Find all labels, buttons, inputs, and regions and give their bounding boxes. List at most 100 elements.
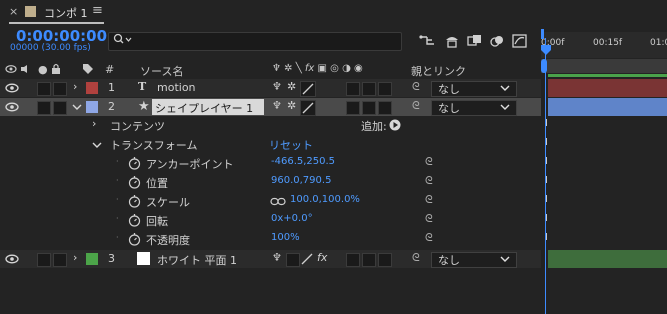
switches-header-icon[interactable]: ♆ ✲ ╲ fx ▣ ◎ ◑ ◉: [272, 63, 363, 74]
dot-icon: ·: [116, 195, 119, 204]
solo-switch[interactable]: [37, 82, 51, 96]
layer-duration-bar[interactable]: [548, 79, 667, 97]
solo-switch[interactable]: [37, 253, 51, 267]
quality-switch[interactable]: [300, 100, 316, 116]
label-tag-icon[interactable]: [82, 63, 94, 75]
layer-name[interactable]: シェイプレイヤー 1: [155, 100, 253, 116]
stopwatch-icon[interactable]: [128, 175, 141, 189]
reset-link[interactable]: リセット: [269, 137, 313, 153]
layer-duration-bar[interactable]: [548, 250, 667, 268]
switch-box[interactable]: [378, 82, 392, 96]
eye-icon[interactable]: [4, 79, 20, 97]
constrain-proportions-link-icon[interactable]: [270, 197, 286, 206]
audio-header-icon[interactable]: [20, 64, 30, 74]
switch-box[interactable]: [362, 101, 376, 115]
source-name-header[interactable]: ソース名: [140, 63, 183, 79]
layer-number: 2: [108, 100, 115, 113]
property-value[interactable]: 100%: [271, 232, 300, 243]
chevron-down-icon: [500, 104, 510, 110]
switch-box[interactable]: [378, 253, 392, 267]
eye-icon[interactable]: [4, 98, 20, 116]
frame-blending-icon[interactable]: [466, 32, 484, 50]
expression-pickwhip-icon[interactable]: ᘓ: [425, 174, 433, 188]
expression-pickwhip-icon[interactable]: ᘓ: [425, 155, 433, 169]
panel-menu-icon[interactable]: ≡: [92, 3, 103, 18]
expand-arrow-icon[interactable]: ›: [73, 251, 77, 264]
playhead-line[interactable]: [545, 38, 546, 314]
shy-layers-icon[interactable]: [443, 32, 461, 50]
video-switch-header-icon[interactable]: [5, 64, 17, 74]
parent-link-header[interactable]: 親とリンク: [411, 63, 466, 79]
shy-switch-icon[interactable]: ♆: [272, 99, 282, 112]
pick-whip-icon[interactable]: ᘓ: [412, 251, 420, 265]
layer-number-header[interactable]: #: [105, 63, 114, 76]
collapse-switch-icon[interactable]: ✲: [287, 80, 296, 93]
solo-switch[interactable]: [37, 101, 51, 115]
switch-box[interactable]: [286, 253, 300, 267]
frame-rate-display: 00000 (30.00 fps): [10, 43, 91, 53]
fx-icon[interactable]: fx: [317, 251, 327, 264]
property-name: 回転: [146, 215, 168, 228]
work-area-bar[interactable]: [548, 74, 667, 77]
lock-switch[interactable]: [53, 82, 67, 96]
time-navigator-start-handle[interactable]: [541, 59, 547, 73]
expression-pickwhip-icon[interactable]: ᘓ: [425, 231, 433, 245]
layer-label-color[interactable]: [86, 101, 98, 113]
pick-whip-icon[interactable]: ᘓ: [412, 80, 420, 94]
layer-name[interactable]: motion: [157, 81, 196, 94]
composition-flowchart-icon[interactable]: [418, 32, 436, 50]
quality-switch[interactable]: [300, 81, 316, 97]
stopwatch-icon[interactable]: [128, 232, 141, 246]
chevron-down-icon: [500, 85, 510, 91]
property-value[interactable]: 0x+0.0°: [271, 213, 313, 224]
parent-value: なし: [438, 102, 460, 115]
lock-header-icon[interactable]: [51, 63, 61, 74]
stopwatch-icon[interactable]: [128, 156, 141, 170]
pick-whip-icon[interactable]: ᘓ: [412, 99, 420, 113]
quality-line-icon[interactable]: [301, 253, 313, 265]
switch-box[interactable]: [378, 101, 392, 115]
work-area-start-handle[interactable]: [541, 29, 544, 39]
collapse-switch-icon[interactable]: ✲: [287, 99, 296, 112]
time-navigator[interactable]: [541, 59, 667, 73]
layer-name[interactable]: ホワイト 平面 1: [157, 252, 237, 268]
current-time-indicator[interactable]: [540, 44, 552, 56]
shy-switch-icon[interactable]: ♆: [272, 80, 282, 93]
solo-header-icon[interactable]: ●: [38, 63, 48, 76]
comp-tab-title[interactable]: コンポ 1: [44, 5, 88, 21]
shy-switch-icon[interactable]: ♆: [272, 251, 282, 264]
collapse-arrow-icon[interactable]: [92, 141, 102, 149]
expression-pickwhip-icon[interactable]: ᘓ: [425, 212, 433, 226]
switch-box[interactable]: [362, 253, 376, 267]
transform-label[interactable]: トランスフォーム: [110, 137, 197, 153]
layer-duration-bar[interactable]: [548, 98, 667, 116]
property-value[interactable]: -466.5,250.5: [271, 156, 335, 167]
lock-switch[interactable]: [53, 253, 67, 267]
text-layer-icon: T: [138, 80, 147, 93]
motion-blur-icon[interactable]: [488, 32, 506, 50]
add-menu-label[interactable]: 追加:: [361, 118, 387, 134]
add-play-icon[interactable]: [389, 119, 401, 131]
collapse-arrow-icon[interactable]: [72, 103, 82, 111]
stopwatch-icon[interactable]: [128, 213, 141, 227]
lock-switch[interactable]: [53, 101, 67, 115]
contents-label[interactable]: コンテンツ: [110, 118, 165, 134]
layer-label-color[interactable]: [86, 253, 98, 265]
shape-layer-star-icon: ★: [138, 99, 150, 114]
layer-label-color[interactable]: [86, 82, 98, 94]
expression-pickwhip-icon[interactable]: ᘓ: [425, 193, 433, 207]
close-tab-icon[interactable]: ×: [9, 5, 18, 18]
switch-box[interactable]: [362, 82, 376, 96]
expand-arrow-icon[interactable]: ›: [92, 117, 96, 130]
switch-box[interactable]: [346, 101, 360, 115]
stopwatch-icon[interactable]: [128, 194, 141, 208]
layer-search-input[interactable]: [108, 32, 402, 51]
contents-group-row[interactable]: [0, 117, 541, 135]
property-value[interactable]: 960.0,790.5: [271, 175, 331, 186]
switch-box[interactable]: [346, 82, 360, 96]
switch-box[interactable]: [346, 253, 360, 267]
expand-arrow-icon[interactable]: ›: [73, 80, 77, 93]
property-value[interactable]: 100.0,100.0%: [290, 194, 360, 205]
eye-icon[interactable]: [4, 250, 20, 268]
graph-editor-icon[interactable]: [511, 32, 529, 50]
